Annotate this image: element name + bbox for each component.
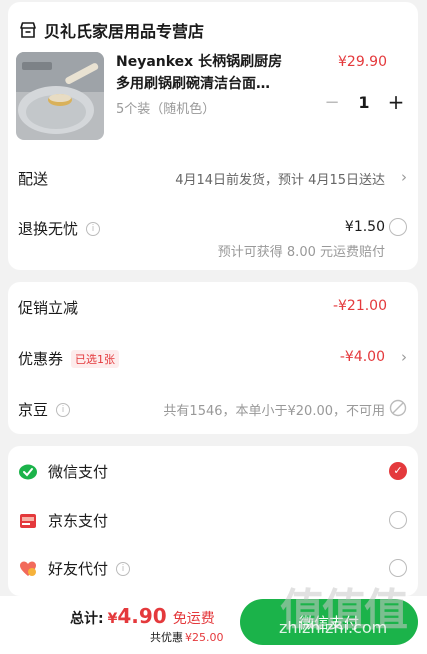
- shipping-info[interactable]: 4月14日前发货，预计 4月15日送达: [175, 169, 385, 188]
- info-icon[interactable]: i: [56, 402, 71, 417]
- payment-radio-friend[interactable]: [389, 559, 407, 577]
- store-header[interactable]: 贝礼氏家居用品专营店: [18, 18, 204, 42]
- payment-option-jd[interactable]: 京东支付: [18, 510, 108, 531]
- saved-label: 共优惠: [150, 631, 183, 644]
- beans-info: 共有1546，本单小于¥20.00，不可用: [163, 404, 385, 419]
- friend-pay-icon: [20, 561, 36, 576]
- coupon-value[interactable]: -¥4.00: [340, 349, 385, 365]
- store-name: 贝礼氏家居用品专营店: [44, 22, 205, 41]
- decrease-quantity-button[interactable]: −: [323, 92, 341, 113]
- total-amount: 4.90: [117, 604, 167, 628]
- selected-check-icon[interactable]: ✓: [389, 462, 407, 480]
- jd-pay-icon: [20, 513, 36, 528]
- product-thumbnail[interactable]: [16, 52, 104, 140]
- returns-price: ¥1.50: [344, 219, 385, 235]
- unavailable-icon: [389, 399, 407, 417]
- payment-option-label: 好友代付: [48, 560, 109, 578]
- payment-option-label: 京东支付: [48, 512, 109, 530]
- chevron-right-icon[interactable]: ›: [401, 348, 407, 366]
- wechat-pay-icon: [19, 464, 37, 479]
- product-title[interactable]: Neyankex 长柄锅刷厨房 多用刷锅刷碗清洁台面…: [116, 51, 294, 95]
- info-icon[interactable]: i: [86, 221, 101, 236]
- shipping-label: 配送: [18, 170, 49, 188]
- coupon-label[interactable]: 优惠券 已选1张: [18, 348, 120, 369]
- info-icon[interactable]: i: [116, 561, 131, 576]
- payment-radio-jd[interactable]: [389, 511, 407, 529]
- payment-option-wechat[interactable]: 微信支付: [18, 461, 108, 482]
- quantity-stepper: − 1 +: [323, 90, 405, 114]
- product-spec[interactable]: 5个装（随机色）: [116, 98, 215, 117]
- returns-radio[interactable]: [389, 218, 407, 236]
- payment-option-friend[interactable]: 好友代付 i: [18, 558, 131, 579]
- saved-amount: ¥25.00: [185, 631, 224, 644]
- total-label: 总计:: [70, 611, 104, 627]
- promo-label: 促销立减: [18, 299, 79, 317]
- total-currency: ¥: [107, 611, 118, 627]
- store-icon: [20, 22, 36, 38]
- checkout-bar: 总计: ¥ 4.90 免运费 共优惠 ¥25.00 微信支付: [0, 596, 427, 654]
- returns-label: 退换无忧 i: [18, 218, 101, 239]
- payment-option-label: 微信支付: [48, 463, 109, 481]
- quantity-value[interactable]: 1: [341, 93, 387, 112]
- product-title-line2: 多用刷锅刷碗清洁台面…: [116, 76, 270, 92]
- saved-summary: 共优惠 ¥25.00: [150, 629, 224, 645]
- product-title-line1: Neyankex 长柄锅刷厨房: [116, 54, 283, 70]
- coupon-selected-badge: 已选1张: [71, 349, 120, 368]
- free-shipping-text: 免运费: [172, 611, 215, 627]
- beans-label: 京豆 i: [18, 399, 71, 420]
- product-price: ¥29.90: [338, 54, 387, 70]
- promo-value: -¥21.00: [332, 298, 387, 314]
- pay-button[interactable]: 微信支付: [240, 599, 418, 645]
- increase-quantity-button[interactable]: +: [387, 90, 405, 114]
- returns-note: 预计可获得 8.00 元运费赔付: [217, 245, 385, 260]
- chevron-right-icon[interactable]: ›: [401, 168, 407, 186]
- total-summary: 总计: ¥ 4.90 免运费: [70, 604, 215, 628]
